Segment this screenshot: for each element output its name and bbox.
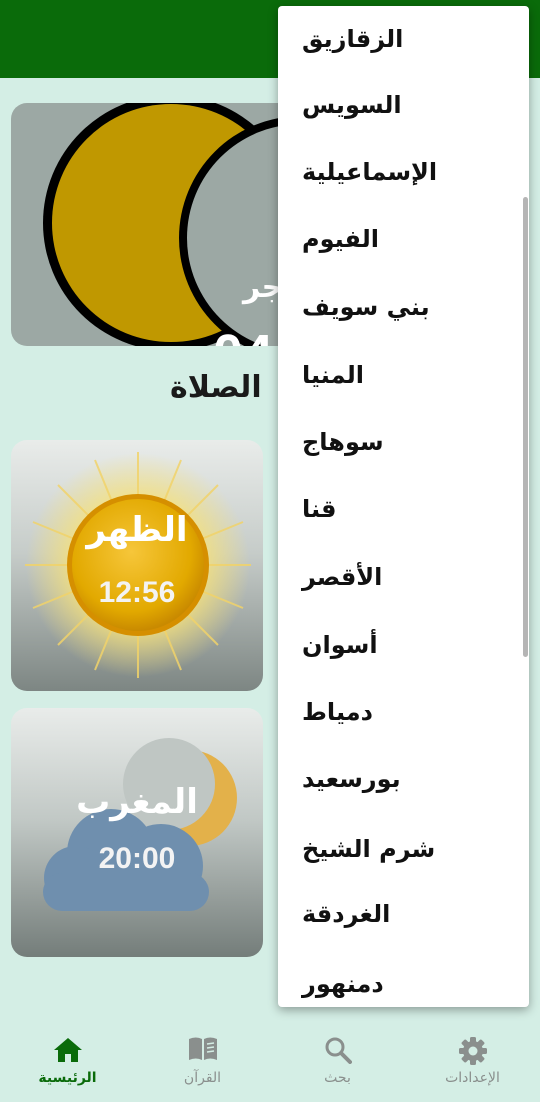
moon-crescent-icon — [43, 103, 311, 346]
nav-settings-label: الإعدادات — [445, 1070, 500, 1086]
menu-item-city[interactable]: بني سويف — [278, 274, 529, 340]
prayer-name-maghrib: المغرب — [76, 782, 198, 822]
nav-search[interactable]: بحث — [270, 1022, 405, 1102]
book-icon — [188, 1037, 217, 1060]
menu-item-city[interactable]: بورسعيد — [278, 746, 529, 812]
sun-icon — [25, 452, 251, 678]
menu-item-city[interactable]: الفيوم — [278, 206, 529, 272]
menu-item-city[interactable]: شرم الشيخ — [278, 816, 529, 882]
menu-item-city[interactable]: الغردقة — [278, 881, 529, 947]
current-prayer-card[interactable]: جر 04: — [11, 103, 311, 346]
nav-search-label: بحث — [324, 1070, 351, 1086]
menu-item-city[interactable]: الأقصر — [278, 544, 529, 610]
gear-icon — [458, 1037, 487, 1065]
nav-home[interactable]: الرئيسية — [0, 1022, 135, 1102]
home-icon — [53, 1038, 82, 1062]
nav-settings[interactable]: الإعدادات — [405, 1022, 540, 1102]
nav-quran-label: القرآن — [183, 1070, 222, 1086]
menu-scrollbar[interactable] — [523, 197, 528, 657]
menu-item-city[interactable]: أسوان — [278, 612, 529, 678]
moon-cloud-icon — [43, 738, 237, 911]
nav-quran[interactable]: القرآن — [135, 1022, 270, 1102]
city-dropdown-menu[interactable]: الزقازيق السويس الإسماعيلية الفيوم بني س… — [278, 6, 529, 1007]
bottom-navigation: الرئيسية القرآن بحث الإعدادات — [0, 1022, 540, 1102]
prayer-card-dhuhr[interactable]: الظهر 12:56 — [11, 440, 263, 691]
prayer-time-maghrib: 20:00 — [98, 842, 176, 875]
menu-item-city[interactable]: سوهاج — [278, 409, 529, 475]
prayer-card-maghrib[interactable]: المغرب 20:00 — [11, 708, 263, 957]
menu-item-city[interactable]: دمنهور — [278, 951, 529, 1007]
menu-item-city[interactable]: دمياط — [278, 679, 529, 745]
menu-item-city[interactable]: الإسماعيلية — [278, 139, 529, 205]
menu-item-city[interactable]: قنا — [278, 476, 529, 542]
menu-item-city[interactable]: المنيا — [278, 342, 529, 408]
search-icon — [325, 1037, 352, 1064]
menu-item-city[interactable]: الزقازيق — [278, 6, 529, 72]
menu-item-city[interactable]: السويس — [278, 72, 529, 138]
nav-home-label: الرئيسية — [38, 1070, 97, 1086]
prayer-name-dhuhr: الظهر — [86, 510, 188, 550]
prayer-time-dhuhr: 12:56 — [98, 576, 176, 609]
